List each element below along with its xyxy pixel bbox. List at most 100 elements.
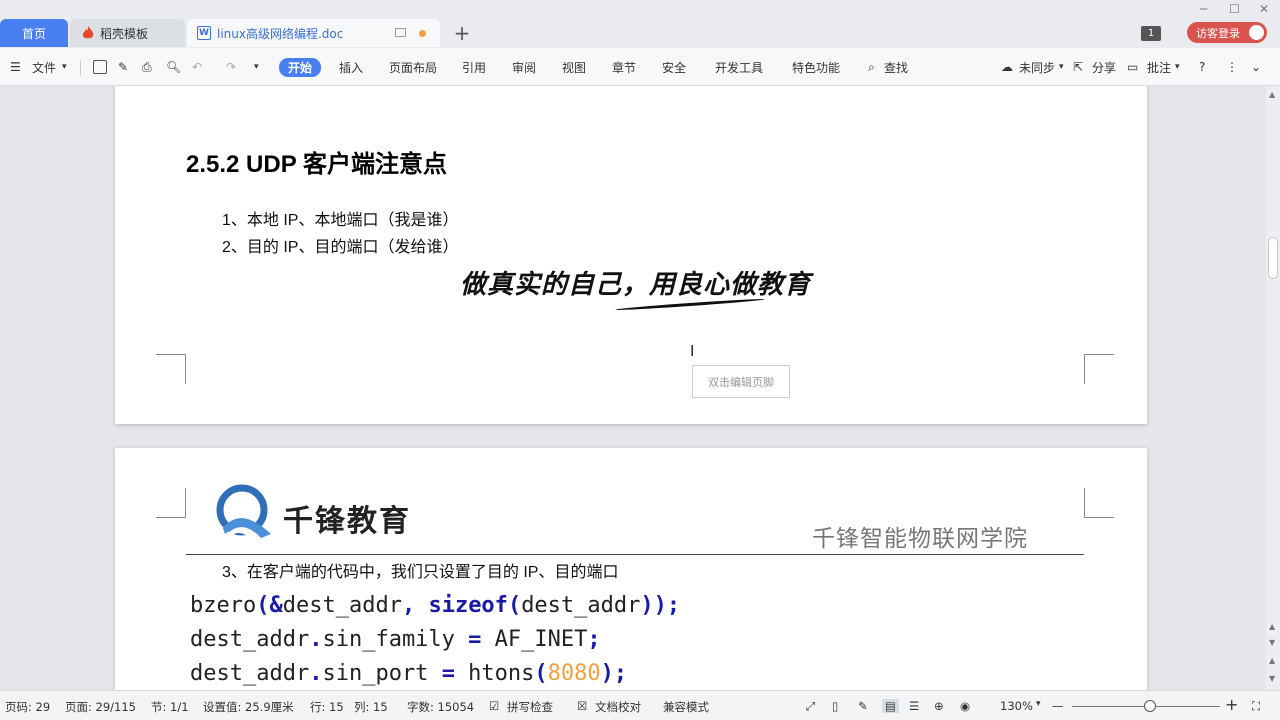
tab-special-features[interactable]: 特色功能 xyxy=(792,58,840,76)
search-button[interactable]: 查找 xyxy=(884,58,908,76)
status-page-code[interactable]: 页码: 29 xyxy=(5,699,50,715)
tab-review[interactable]: 审阅 xyxy=(512,58,536,76)
doc-proof-button[interactable]: 文档校对 xyxy=(595,699,641,715)
close-icon[interactable]: ✕ xyxy=(1259,2,1269,16)
share-button[interactable]: 分享 xyxy=(1092,58,1116,76)
status-pages[interactable]: 页面: 29/115 xyxy=(65,699,136,715)
scroll-up-icon[interactable]: ▲ xyxy=(1269,622,1275,631)
zoom-in-button[interactable]: + xyxy=(1225,695,1238,714)
page-view-icon[interactable]: ▤ xyxy=(882,699,899,713)
tab-page-layout[interactable]: 页面布局 xyxy=(389,58,437,76)
code-token: dest_addr xyxy=(282,593,402,618)
code-token: . xyxy=(309,627,323,652)
format-painter-icon[interactable]: ✎ xyxy=(118,58,128,76)
spellcheck-icon[interactable]: ☑ xyxy=(489,699,499,713)
code-line: dest_addr.sin_family = AF_INET; xyxy=(190,627,601,652)
help-icon[interactable]: ? xyxy=(1199,58,1205,76)
redo-icon[interactable]: ↷ xyxy=(226,58,236,76)
tab-developer-tools[interactable]: 开发工具 xyxy=(715,58,763,76)
crop-mark xyxy=(156,488,186,518)
sync-chevron-icon[interactable]: ▾ xyxy=(1059,58,1064,76)
code-line: bzero(&dest_addr, sizeof(dest_addr)); xyxy=(190,593,680,618)
web-view-icon[interactable]: ⊕ xyxy=(934,699,944,713)
write-mode-icon[interactable]: ✎ xyxy=(858,699,868,713)
guest-login-button[interactable]: 访客登录 xyxy=(1187,22,1267,43)
more-options-icon[interactable]: ⋮ xyxy=(1226,58,1238,76)
scroll-up-icon[interactable]: ▲ xyxy=(1269,656,1275,665)
code-token: . xyxy=(309,661,323,686)
status-bar: 页码: 29 页面: 29/115 节: 1/1 设置值: 25.9厘米 行: … xyxy=(0,690,1280,720)
avatar-icon xyxy=(1249,25,1264,40)
status-setting[interactable]: 设置值: 25.9厘米 xyxy=(203,699,294,715)
outline-view-icon[interactable]: ☰ xyxy=(909,699,919,713)
tab-security[interactable]: 安全 xyxy=(662,58,686,76)
code-token: htons xyxy=(454,661,535,686)
status-row[interactable]: 行: 15 xyxy=(310,699,344,715)
tab-daoke-templates[interactable]: 稻壳模板 xyxy=(70,19,185,47)
code-token: , xyxy=(401,593,429,618)
qianfeng-logo-icon xyxy=(216,484,271,539)
code-token: ( xyxy=(507,593,522,618)
zoom-level[interactable]: 130% xyxy=(1000,699,1033,713)
monitor-icon[interactable] xyxy=(395,28,406,37)
chevron-down-icon[interactable]: ▾ xyxy=(62,58,67,76)
code-token: = xyxy=(468,627,482,652)
minimize-icon[interactable]: ─ xyxy=(1200,2,1207,16)
tab-view[interactable]: 视图 xyxy=(562,58,586,76)
tab-home[interactable]: 首页 xyxy=(0,19,68,47)
scroll-up-icon[interactable]: ▲ xyxy=(1269,90,1275,99)
code-token: (& xyxy=(256,593,283,618)
file-menu[interactable]: 文件 xyxy=(32,58,56,76)
fit-page-icon[interactable]: ⛶ xyxy=(1252,699,1260,714)
status-col[interactable]: 列: 15 xyxy=(354,699,388,715)
scroll-down-icon[interactable]: ▼ xyxy=(1269,638,1275,647)
read-mode-icon[interactable]: ▯ xyxy=(832,699,838,713)
document-page[interactable]: 千锋教育 千锋智能物联网学院 3、在客户端的代码中，我们只设置了目的 IP、目的… xyxy=(115,448,1147,690)
undo-icon[interactable]: ↶ xyxy=(192,58,202,76)
menu-icon[interactable]: ☰ xyxy=(10,58,21,76)
spellcheck-button[interactable]: 拼写检查 xyxy=(507,699,553,715)
share-icon[interactable]: ⇱ xyxy=(1073,58,1083,76)
maximize-icon[interactable]: ☐ xyxy=(1229,2,1240,16)
edit-footer-hint[interactable]: 双击编辑页脚 xyxy=(692,365,790,398)
tab-chapter[interactable]: 章节 xyxy=(612,58,636,76)
tab-start[interactable]: 开始 xyxy=(279,58,322,77)
new-tab-button[interactable]: + xyxy=(452,19,472,47)
crop-mark xyxy=(1084,488,1114,518)
fullscreen-icon[interactable]: ⤢ xyxy=(806,699,815,714)
comment-icon[interactable]: ▭ xyxy=(1127,58,1138,76)
code-token: ); xyxy=(600,661,628,686)
tab-references[interactable]: 引用 xyxy=(462,58,486,76)
tab-document[interactable]: W linux高级网络编程.doc xyxy=(187,19,440,47)
code-line: dest_addr.sin_port = htons(8080); xyxy=(190,661,627,686)
scrollbar-thumb[interactable] xyxy=(1268,237,1278,279)
footer-slogan: 做真实的自己，用良心做教育 xyxy=(460,270,812,300)
search-icon[interactable]: ⌕ xyxy=(868,58,875,76)
status-section[interactable]: 节: 1/1 xyxy=(151,699,189,715)
print-preview-icon[interactable]: 🔍︎ xyxy=(166,58,181,76)
cloud-sync-icon[interactable]: ☁ xyxy=(1001,58,1013,76)
doc-proof-icon[interactable]: ☒ xyxy=(577,699,587,713)
tab-insert[interactable]: 插入 xyxy=(339,58,363,76)
code-token: bzero xyxy=(190,593,257,618)
comment-chevron-icon[interactable]: ▾ xyxy=(1175,58,1180,76)
code-token: dest_addr xyxy=(190,661,310,686)
eye-protect-icon[interactable]: ◉ xyxy=(960,699,970,713)
code-token: ( xyxy=(534,661,548,686)
document-page[interactable]: 2.5.2 UDP 客户端注意点 1、本地 IP、本地端口（我是谁） 2、目的 … xyxy=(115,86,1147,424)
zoom-out-button[interactable]: — xyxy=(1052,699,1064,713)
document-area[interactable]: 2.5.2 UDP 客户端注意点 1、本地 IP、本地端口（我是谁） 2、目的 … xyxy=(0,86,1266,690)
status-word-count[interactable]: 字数: 15054 xyxy=(407,699,474,715)
comment-button[interactable]: 批注 xyxy=(1147,58,1171,76)
print-icon[interactable]: ⎙ xyxy=(142,58,152,76)
sync-status[interactable]: 未同步 xyxy=(1019,58,1055,76)
save-icon[interactable] xyxy=(93,60,107,74)
zoom-slider-handle[interactable] xyxy=(1144,700,1156,712)
collapse-ribbon-icon[interactable]: ⌄ xyxy=(1251,58,1261,76)
zoom-chevron-icon[interactable]: ▾ xyxy=(1036,699,1041,709)
more-chevron-icon[interactable]: ▾ xyxy=(254,58,259,76)
list-item: 1、本地 IP、本地端口（我是谁） xyxy=(222,212,459,229)
vertical-scrollbar[interactable]: ▲ ▲ ▼ ▲ ▼ xyxy=(1266,86,1280,690)
window-count-badge[interactable]: 1 xyxy=(1141,26,1161,41)
scroll-down-icon[interactable]: ▼ xyxy=(1269,674,1275,683)
